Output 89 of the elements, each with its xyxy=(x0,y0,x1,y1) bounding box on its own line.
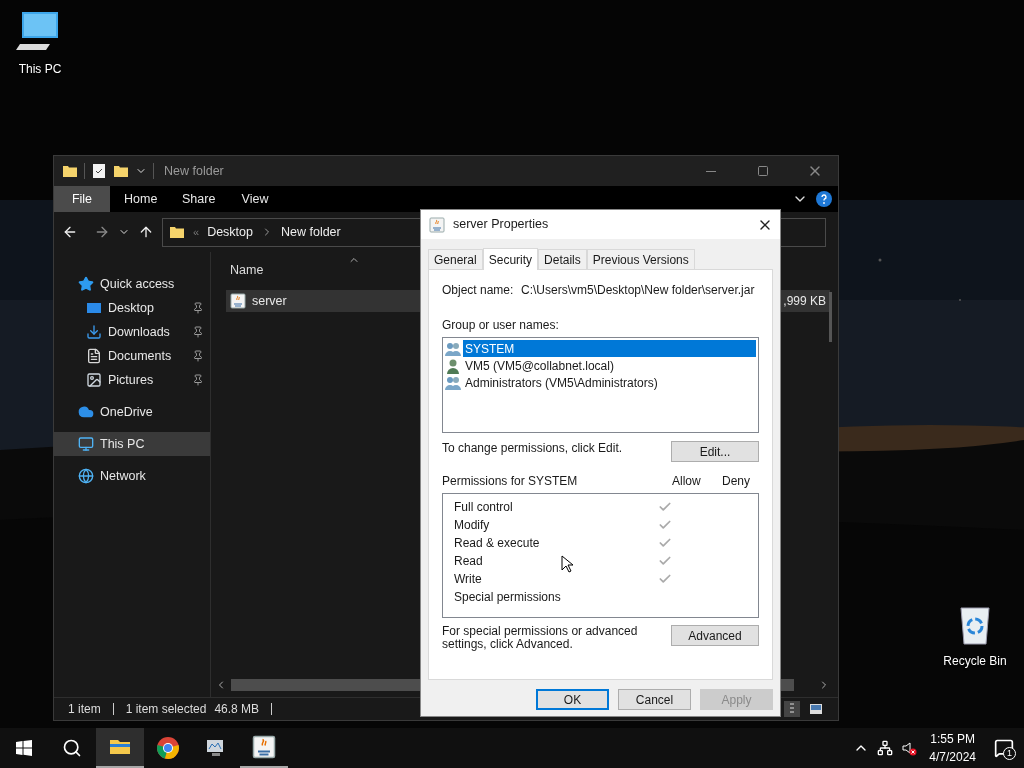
desktop-shortcut[interactable]: Recycle Bin xyxy=(935,600,1015,670)
nav-item[interactable]: Quick access xyxy=(54,272,210,296)
user-list[interactable]: SYSTEM VM5 (VM5@collabnet.local) Administrators (VM5\Administrators) xyxy=(442,337,759,433)
permission-name: Read xyxy=(454,553,483,570)
mouse-pointer-icon xyxy=(561,555,573,573)
taskbar-app[interactable] xyxy=(96,728,144,768)
ribbon-tab[interactable]: File xyxy=(54,186,110,212)
desktop-icon xyxy=(86,300,102,316)
star-icon xyxy=(78,276,94,292)
action-center-button[interactable]: 1 xyxy=(984,728,1024,768)
tab[interactable]: Previous Versions xyxy=(586,249,695,269)
back-button[interactable] xyxy=(62,224,78,240)
minimize-icon xyxy=(706,170,716,172)
computer-icon xyxy=(78,436,94,452)
permissions-label: Permissions for SYSTEM xyxy=(442,473,579,490)
ribbon-tab[interactable]: Share xyxy=(168,186,226,212)
permission-name: Write xyxy=(454,571,482,588)
details-view-icon[interactable] xyxy=(784,701,800,717)
overflow-chevron[interactable]: « xyxy=(193,223,200,241)
allow-header: Allow xyxy=(672,473,702,490)
up-button[interactable] xyxy=(138,224,154,240)
nav-item[interactable]: Downloads xyxy=(54,320,210,344)
pictures-icon xyxy=(86,372,102,388)
nav-item[interactable]: OneDrive xyxy=(54,400,210,424)
user-list-item[interactable]: VM5 (VM5@collabnet.local) xyxy=(445,357,756,374)
window-title: New folder xyxy=(164,162,224,180)
clock-date[interactable]: 4/7/2024 xyxy=(929,748,976,766)
folder-icon xyxy=(169,224,185,240)
permission-name: Modify xyxy=(454,517,490,534)
nav-item[interactable]: Desktop xyxy=(54,296,210,320)
breadcrumb-item[interactable]: New folder xyxy=(281,222,341,242)
browser-icon xyxy=(156,736,180,760)
nav-item[interactable]: This PC xyxy=(54,432,210,456)
advanced-button[interactable]: Advanced xyxy=(671,625,759,646)
user-group-icon xyxy=(445,340,461,357)
nav-item[interactable]: Documents xyxy=(54,344,210,368)
maximize-icon xyxy=(757,165,769,177)
volume-muted-icon[interactable] xyxy=(901,740,918,756)
document-icon xyxy=(86,348,102,364)
forward-button[interactable] xyxy=(94,224,110,240)
file-size: ,999 KB xyxy=(783,293,827,310)
windows-logo-icon xyxy=(16,740,32,756)
clock-time[interactable]: 1:55 PM xyxy=(930,730,975,748)
tab[interactable]: General xyxy=(428,249,483,269)
tab[interactable]: Security xyxy=(482,248,539,270)
folder-icon xyxy=(62,163,78,179)
notifications-icon xyxy=(994,738,1014,758)
column-header[interactable]: Name xyxy=(230,261,264,280)
dialog-button[interactable]: Cancel xyxy=(618,689,691,710)
desktop-shortcut[interactable]: This PC xyxy=(0,8,80,78)
network-icon xyxy=(78,468,94,484)
item-count: 1 item xyxy=(68,701,101,718)
user-icon xyxy=(445,357,461,374)
permission-name: Read & execute xyxy=(454,535,540,552)
edit-button[interactable]: Edit... xyxy=(671,441,759,462)
help-icon[interactable] xyxy=(816,191,832,207)
thumbnails-view-icon[interactable] xyxy=(808,701,824,717)
java-file-icon xyxy=(429,216,445,233)
ribbon-tab[interactable]: View xyxy=(226,186,284,212)
ribbon-tab[interactable]: Home xyxy=(110,186,168,212)
object-name-label: Object name: xyxy=(442,282,515,299)
selection-status: 1 item selected xyxy=(125,701,207,718)
object-name: C:\Users\vm5\Desktop\New folder\server.jar xyxy=(521,282,755,299)
selection-size: 46.8 MB xyxy=(214,701,260,718)
search-icon xyxy=(62,738,82,758)
deny-header: Deny xyxy=(722,473,751,490)
permission-name: Special permissions xyxy=(454,589,561,606)
cloud-icon xyxy=(78,404,94,420)
change-permissions-hint: To change permissions, click Edit. xyxy=(442,440,623,457)
vertical-scrollbar[interactable] xyxy=(829,292,832,342)
file-name: server xyxy=(252,292,287,310)
folder-icon xyxy=(113,163,129,179)
breadcrumb-item[interactable]: Desktop xyxy=(207,222,253,242)
network-icon[interactable] xyxy=(877,740,894,756)
dialog-button[interactable]: OK xyxy=(536,689,609,710)
properties-icon xyxy=(91,163,107,179)
java-file-icon xyxy=(230,293,246,309)
user-list-item[interactable]: Administrators (VM5\Administrators) xyxy=(445,374,756,391)
notification-count: 1 xyxy=(1003,747,1016,760)
user-group-icon xyxy=(445,374,461,391)
download-icon xyxy=(86,324,102,340)
java-file-icon xyxy=(252,735,276,759)
nav-item[interactable]: Network xyxy=(54,464,210,488)
advanced-hint: For special permissions or advanced settings, click Advanced. xyxy=(442,625,639,651)
group-label: Group or user names: xyxy=(442,317,560,334)
dialog-title: server Properties xyxy=(453,216,549,234)
nav-item[interactable]: Pictures xyxy=(54,368,210,392)
permission-name: Full control xyxy=(454,499,513,516)
tab[interactable]: Details xyxy=(538,249,587,269)
